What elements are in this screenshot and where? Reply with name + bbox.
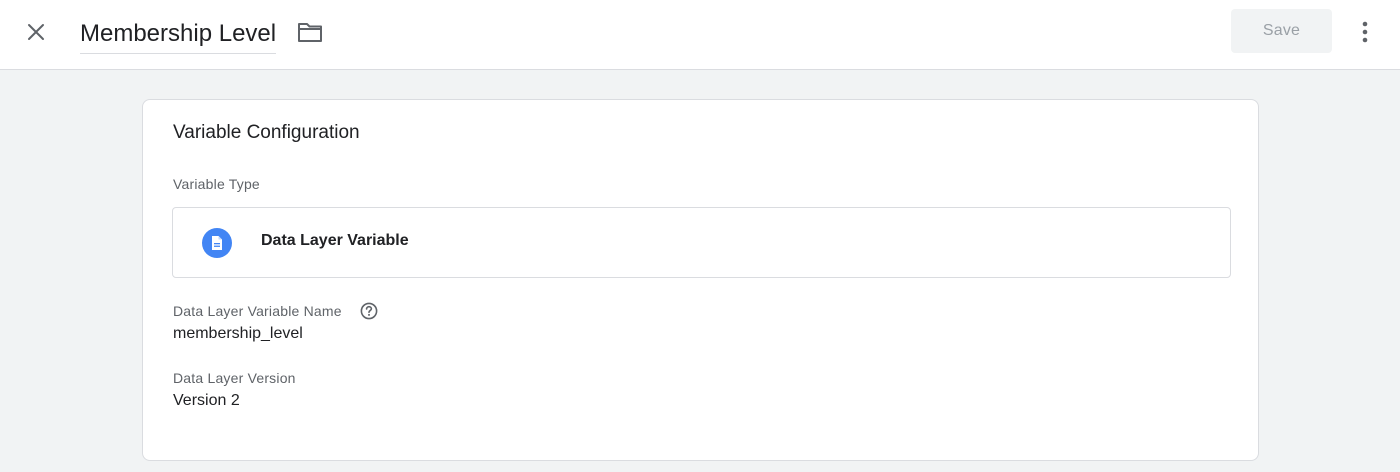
data-layer-version-label: Data Layer Version <box>173 370 296 386</box>
more-vert-icon <box>1362 21 1368 43</box>
help-button[interactable] <box>359 301 379 321</box>
variable-type-name: Data Layer Variable <box>261 232 409 249</box>
variable-type-icon-badge <box>202 228 232 258</box>
top-bar: Membership Level Save <box>0 0 1400 70</box>
folder-button[interactable] <box>294 16 326 48</box>
more-options-button[interactable] <box>1349 14 1381 50</box>
variable-type-label: Variable Type <box>173 176 260 192</box>
data-layer-variable-name-value: membership_level <box>173 325 303 342</box>
card-title: Variable Configuration <box>173 122 360 143</box>
data-layer-version-value: Version 2 <box>173 392 240 409</box>
title-field[interactable]: Membership Level <box>80 14 277 54</box>
variable-type-selector[interactable]: Data Layer Variable <box>172 207 1231 278</box>
save-button[interactable]: Save <box>1231 9 1332 53</box>
folder-icon <box>298 23 322 42</box>
close-button[interactable] <box>18 14 54 50</box>
variable-configuration-card: Variable Configuration Variable Type Dat… <box>142 99 1259 461</box>
document-icon <box>212 236 222 250</box>
page-title: Membership Level <box>80 19 277 47</box>
data-layer-variable-name-label: Data Layer Variable Name <box>173 303 342 319</box>
close-icon <box>28 24 44 40</box>
help-icon <box>360 302 378 320</box>
